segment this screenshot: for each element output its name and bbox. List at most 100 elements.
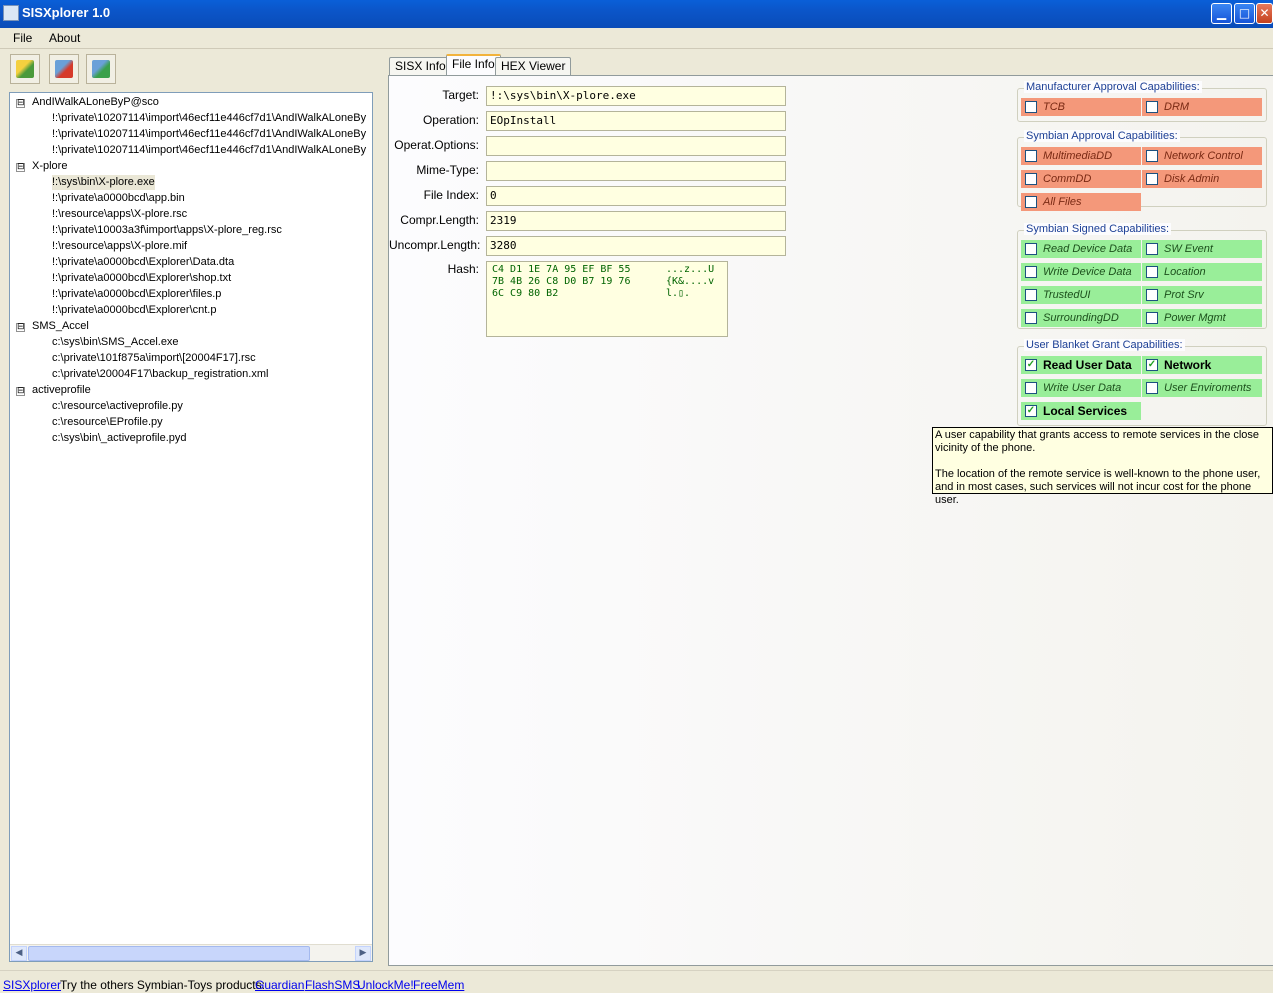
capability-user-enviroments[interactable]: User Enviroments [1142,379,1262,397]
close-icon[interactable]: ✕ [1256,3,1273,24]
tree-file-node[interactable]: !:\private\10207114\import\46ecf11e446cf… [52,127,366,142]
capability-tcb[interactable]: TCB [1021,98,1141,116]
remove-package-button[interactable] [49,54,79,84]
checkbox-icon[interactable] [1146,243,1158,255]
tree-file-node[interactable]: !:\private\10207114\import\46ecf11e446cf… [52,111,366,126]
checkbox-icon[interactable] [1146,150,1158,162]
capability-disk-admin[interactable]: Disk Admin [1142,170,1262,188]
checkbox-icon[interactable] [1146,266,1158,278]
checkbox-icon[interactable] [1025,266,1037,278]
tree-expander-icon[interactable]: ⊟ [16,323,25,332]
panel-splitter[interactable] [377,51,383,967]
capability-write-user-data[interactable]: Write User Data [1021,379,1141,397]
tree-group-node[interactable]: SMS_Accel [32,319,89,334]
target-field[interactable]: !:\sys\bin\X-plore.exe [486,86,786,106]
tree-group-node[interactable]: AndIWalkALoneByP@sco [32,95,159,110]
tree-file-node[interactable]: !:\private\a0000bcd\Explorer\shop.txt [52,271,231,286]
tree-file-node[interactable]: !:\private\10003a3f\import\apps\X-plore_… [52,223,282,238]
tree-file-node[interactable]: c:\sys\bin\SMS_Accel.exe [52,335,179,350]
guardian-link[interactable]: Guardian [255,978,304,992]
capability-label: Write User Data [1043,382,1122,394]
capability-local-services[interactable]: ✓ Local Services [1021,402,1141,420]
capability-trustedui[interactable]: TrustedUI [1021,286,1141,304]
capability-read-device-data[interactable]: Read Device Data [1021,240,1141,258]
capability-all-files[interactable]: All Files [1021,193,1141,211]
tree-file-node[interactable]: c:\resource\activeprofile.py [52,399,183,414]
tree-file-node[interactable]: !:\resource\apps\X-plore.rsc [52,207,187,222]
sisxplorer-link[interactable]: SISXplorer [3,978,61,992]
tooltip-line: A user capability that grants access to … [935,429,1260,441]
tree-file-node[interactable]: !:\private\a0000bcd\Explorer\cnt.p [52,303,216,318]
capability-commdd[interactable]: CommDD [1021,170,1141,188]
capability-network-control[interactable]: Network Control [1142,147,1262,165]
tab-hex-viewer[interactable]: HEX Viewer [495,57,572,76]
flashsms-link[interactable]: FlashSMS [305,978,360,992]
freemem-link[interactable]: FreeMem [413,978,464,992]
checkbox-icon[interactable] [1025,312,1037,324]
capability-label: Read Device Data [1043,243,1133,255]
capability-write-device-data[interactable]: Write Device Data [1021,263,1141,281]
minimize-icon[interactable]: ▁ [1211,3,1232,24]
tree-file-node[interactable]: !:\private\10207114\import\46ecf11e446cf… [52,143,366,158]
capability-read-user-data[interactable]: ✓ Read User Data [1021,356,1141,374]
refresh-package-button[interactable] [86,54,116,84]
capability-label: Read User Data [1043,358,1132,372]
tree-file-node[interactable]: c:\sys\bin\_activeprofile.pyd [52,431,187,446]
capability-network[interactable]: ✓ Network [1142,356,1262,374]
checkbox-icon[interactable] [1025,196,1037,208]
tree-expander-icon[interactable]: ⊟ [16,163,25,172]
capability-surroundingdd[interactable]: SurroundingDD [1021,309,1141,327]
operation-field[interactable]: EOpInstall [486,111,786,131]
checkbox-checked-icon[interactable]: ✓ [1146,359,1158,371]
package-tree[interactable]: ⊟ AndIWalkALoneByP@sco !:\private\10207114… [9,92,373,962]
capability-prot-srv[interactable]: Prot Srv [1142,286,1262,304]
tree-file-node[interactable]: !:\private\a0000bcd\app.bin [52,191,185,206]
scroll-right-icon[interactable]: ▶ [355,946,371,961]
checkbox-icon[interactable] [1146,173,1158,185]
scroll-thumb[interactable] [28,946,310,961]
capability-drm[interactable]: DRM [1142,98,1262,116]
mime-field[interactable] [486,161,786,181]
options-field[interactable] [486,136,786,156]
checkbox-icon[interactable] [1146,382,1158,394]
checkbox-checked-icon[interactable]: ✓ [1025,359,1037,371]
tree-file-node[interactable]: !:\sys\bin\X-plore.exe [52,175,155,190]
checkbox-checked-icon[interactable]: ✓ [1025,405,1037,417]
checkbox-icon[interactable] [1025,173,1037,185]
tree-file-node[interactable]: !:\private\a0000bcd\Explorer\files.p [52,287,221,302]
tree-file-node[interactable]: !:\private\a0000bcd\Explorer\Data.dta [52,255,234,270]
unlockme-link[interactable]: UnlockMe! [357,978,414,992]
menu-about[interactable]: About [49,31,80,45]
checkbox-icon[interactable] [1025,243,1037,255]
checkbox-icon[interactable] [1025,150,1037,162]
checkbox-icon[interactable] [1146,101,1158,113]
menu-file[interactable]: File [13,31,32,45]
horizontal-scrollbar[interactable]: ◀ ▶ [10,944,372,961]
tree-expander-icon[interactable]: ⊟ [16,387,25,396]
open-package-button[interactable] [10,54,40,84]
tree-file-node[interactable]: c:\resource\EProfile.py [52,415,163,430]
checkbox-icon[interactable] [1025,289,1037,301]
hash-field[interactable]: C4 D1 1E 7A 95 EF BF 55 ...z...U 7B 4B 26… [486,261,728,337]
index-field[interactable]: 0 [486,186,786,206]
checkbox-icon[interactable] [1025,101,1037,113]
maximize-icon[interactable]: □ [1234,3,1255,24]
tree-file-node[interactable]: c:\private\101f875a\import\[20004F17].rs… [52,351,256,366]
checkbox-icon[interactable] [1146,312,1158,324]
tree-file-node[interactable]: c:\private\20004F17\backup_registration.… [52,367,268,382]
capability-sw-event[interactable]: SW Event [1142,240,1262,258]
checkbox-icon[interactable] [1025,382,1037,394]
checkbox-icon[interactable] [1146,289,1158,301]
tree-expander-icon[interactable]: ⊟ [16,99,25,108]
tree-group-node[interactable]: activeprofile [32,383,91,398]
scroll-left-icon[interactable]: ◀ [11,946,27,961]
capability-power-mgmt[interactable]: Power Mgmt [1142,309,1262,327]
tree-group-node[interactable]: X-plore [32,159,67,174]
compr-field[interactable]: 2319 [486,211,786,231]
capability-location[interactable]: Location [1142,263,1262,281]
tab-file-info[interactable]: File Info [446,54,501,76]
tab-sisx-info[interactable]: SISX Info [389,57,452,76]
uncompr-field[interactable]: 3280 [486,236,786,256]
tree-file-node[interactable]: !:\resource\apps\X-plore.mif [52,239,187,254]
capability-multimediadd[interactable]: MultimediaDD [1021,147,1141,165]
